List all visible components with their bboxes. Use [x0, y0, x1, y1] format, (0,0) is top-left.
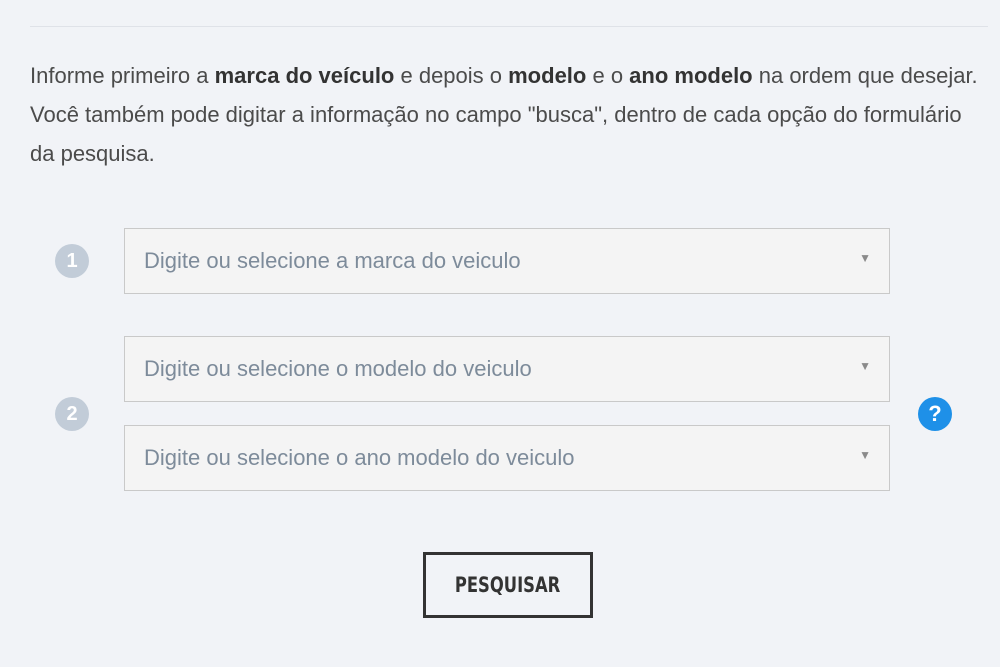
- top-divider: [30, 26, 988, 27]
- intro-bold-ano: ano modelo: [629, 63, 753, 88]
- brand-select-placeholder: Digite ou selecione a marca do veiculo: [144, 248, 521, 273]
- intro-text-2: e depois o: [394, 63, 509, 88]
- step-2-number: 2: [66, 402, 78, 425]
- model-select[interactable]: Digite ou selecione o modelo do veiculo …: [124, 336, 890, 402]
- help-icon[interactable]: ?: [918, 397, 952, 431]
- step-1-number: 1: [66, 249, 78, 272]
- brand-select[interactable]: Digite ou selecione a marca do veiculo ▼: [124, 228, 890, 294]
- intro-text-1: Informe primeiro a: [30, 63, 215, 88]
- help-question-mark: ?: [928, 401, 942, 426]
- year-select-placeholder: Digite ou selecione o ano modelo do veic…: [144, 445, 575, 470]
- instructions-text: Informe primeiro a marca do veículo e de…: [30, 56, 980, 173]
- search-button-label: PESQUISAR: [455, 573, 561, 597]
- model-select-placeholder: Digite ou selecione o modelo do veiculo: [144, 356, 532, 381]
- search-button[interactable]: PESQUISAR: [423, 552, 593, 618]
- intro-bold-modelo: modelo: [508, 63, 587, 88]
- chevron-down-icon: ▼: [859, 251, 871, 265]
- intro-text-3: e o: [586, 63, 630, 88]
- chevron-down-icon: ▼: [859, 448, 871, 462]
- intro-bold-marca: marca do veículo: [214, 63, 395, 88]
- chevron-down-icon: ▼: [859, 359, 871, 373]
- step-1-badge: 1: [55, 244, 89, 278]
- year-select[interactable]: Digite ou selecione o ano modelo do veic…: [124, 425, 890, 491]
- step-2-badge: 2: [55, 397, 89, 431]
